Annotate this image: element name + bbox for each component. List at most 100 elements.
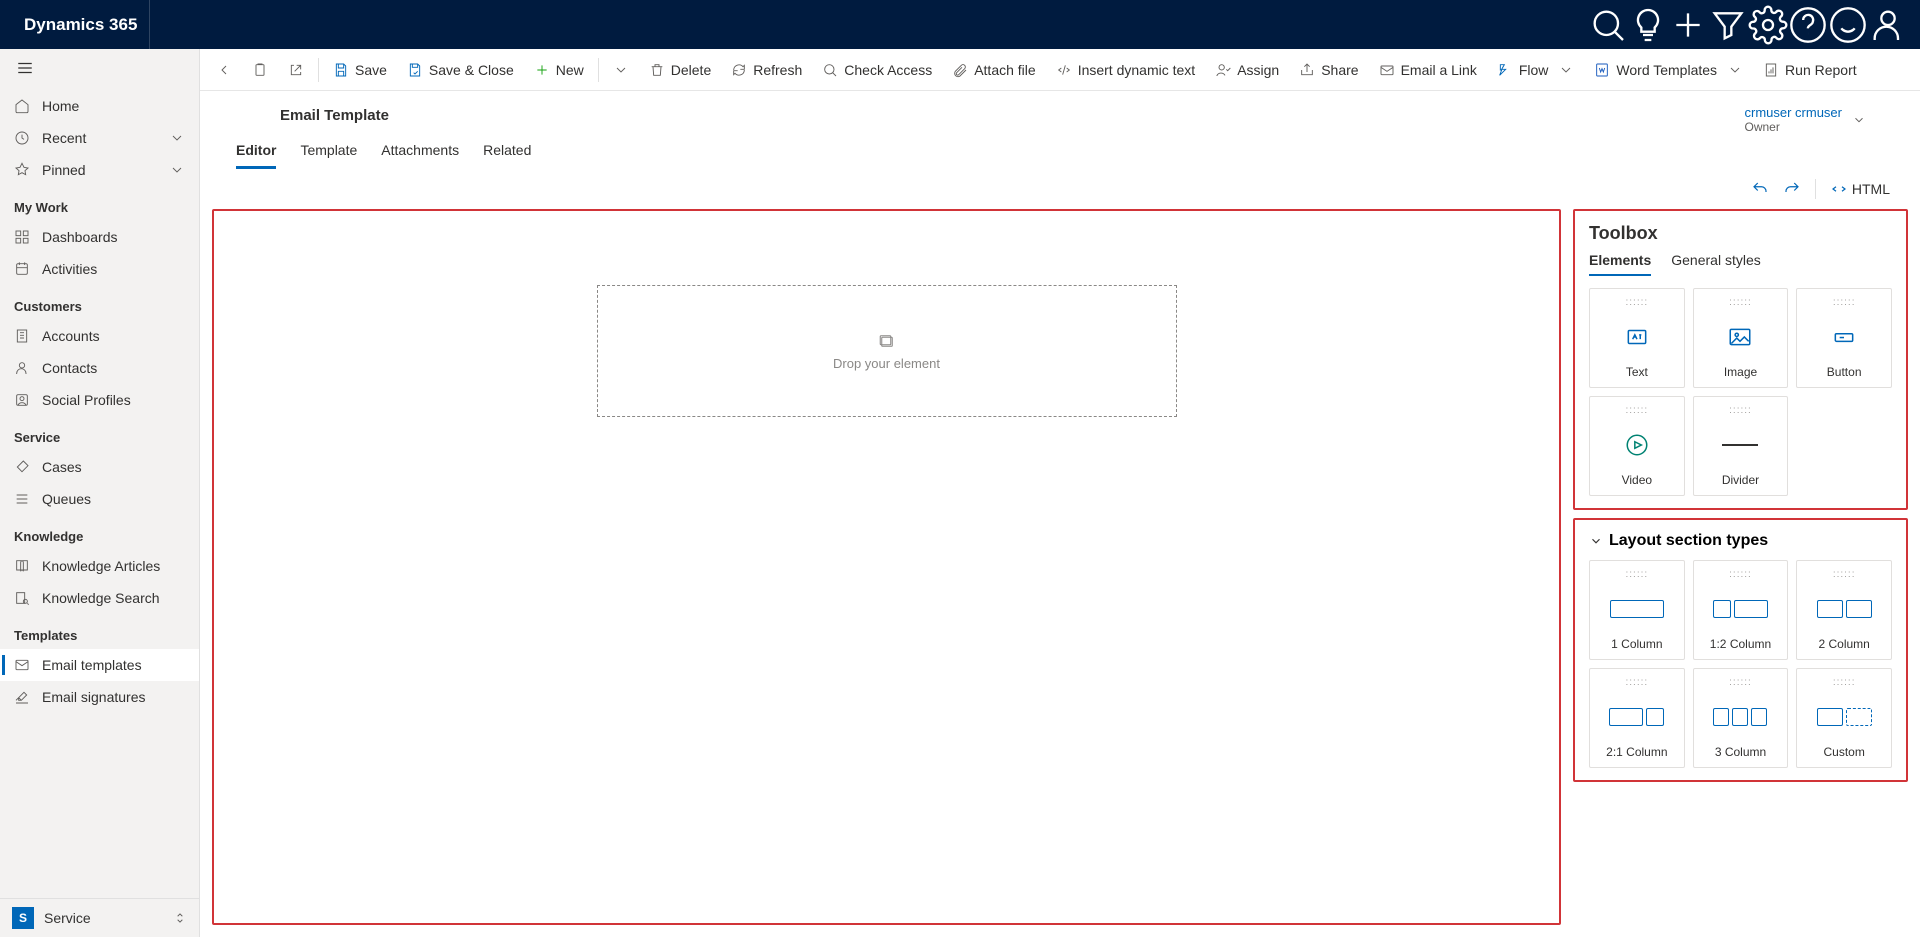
undo-button[interactable] [1751, 180, 1769, 198]
gear-icon[interactable] [1748, 0, 1788, 49]
back-button[interactable] [206, 49, 242, 90]
toolbox-title: Toolbox [1589, 223, 1892, 244]
tab-template[interactable]: Template [300, 142, 357, 169]
designer-canvas[interactable]: Drop your element [212, 209, 1561, 925]
chevron-down-icon [1589, 534, 1603, 548]
command-bar: Save Save & Close New Delete Refresh Che… [200, 49, 1920, 91]
nav-pinned[interactable]: Pinned [0, 154, 199, 186]
drop-text: Drop your element [833, 356, 940, 371]
tile-label: Image [1724, 365, 1757, 379]
layout-2-column[interactable]: ::::::2 Column [1796, 560, 1892, 660]
grip-icon: :::::: [1729, 297, 1752, 308]
section-service: Service [0, 416, 199, 451]
area-label: Service [44, 910, 91, 926]
nav-email-templates[interactable]: Email templates [0, 649, 199, 681]
delete-button[interactable]: Delete [639, 49, 721, 90]
nav-activities[interactable]: Activities [0, 253, 199, 285]
site-map-toggle[interactable] [0, 49, 199, 90]
nav-email-signatures[interactable]: Email signatures [0, 681, 199, 713]
nav-knowledge-search[interactable]: Knowledge Search [0, 582, 199, 614]
tab-attachments[interactable]: Attachments [381, 142, 459, 169]
nav-recent[interactable]: Recent [0, 122, 199, 154]
layout-custom[interactable]: ::::::Custom [1796, 668, 1892, 768]
layout-1-2-column[interactable]: ::::::1:2 Column [1693, 560, 1789, 660]
add-icon[interactable] [1668, 0, 1708, 49]
popout-icon[interactable] [278, 49, 314, 90]
tab-related[interactable]: Related [483, 142, 531, 169]
share-button[interactable]: Share [1289, 49, 1368, 90]
html-view-button[interactable]: HTML [1830, 180, 1890, 198]
assign-label: Assign [1237, 62, 1279, 78]
check-access-button[interactable]: Check Access [812, 49, 942, 90]
element-video[interactable]: ::::::Video [1589, 396, 1685, 496]
owner-field[interactable]: crmuser crmuser Owner [1744, 91, 1884, 134]
element-image[interactable]: ::::::Image [1693, 288, 1789, 388]
layouts-header[interactable]: Layout section types [1589, 532, 1892, 550]
save-close-button[interactable]: Save & Close [397, 49, 524, 90]
layout-2-1-column[interactable]: ::::::2:1 Column [1589, 668, 1685, 768]
new-label: New [556, 62, 584, 78]
smiley-icon[interactable] [1828, 0, 1868, 49]
tab-editor[interactable]: Editor [236, 142, 276, 169]
layouts-grid: ::::::1 Column ::::::1:2 Column ::::::2 … [1589, 560, 1892, 768]
nav-knowledge-articles[interactable]: Knowledge Articles [0, 550, 199, 582]
word-templates-button[interactable]: Word Templates [1584, 49, 1753, 90]
check-access-label: Check Access [844, 62, 932, 78]
area-switcher[interactable]: S Service [0, 898, 199, 937]
content-area: Save Save & Close New Delete Refresh Che… [200, 49, 1920, 937]
tile-label: Divider [1722, 473, 1759, 487]
element-text[interactable]: ::::::Text [1589, 288, 1685, 388]
form-area: Email Template Editor Template Attachmen… [200, 91, 1920, 937]
new-dropdown[interactable] [603, 49, 639, 90]
bulb-icon[interactable] [1628, 0, 1668, 49]
flow-button[interactable]: Flow [1487, 49, 1585, 90]
assign-button[interactable]: Assign [1205, 49, 1289, 90]
nav-queues[interactable]: Queues [0, 483, 199, 515]
nav-accounts[interactable]: Accounts [0, 320, 199, 352]
filter-icon[interactable] [1708, 0, 1748, 49]
nav-contacts[interactable]: Contacts [0, 352, 199, 384]
user-icon[interactable] [1868, 0, 1908, 49]
help-icon[interactable] [1788, 0, 1828, 49]
grip-icon: :::::: [1833, 569, 1856, 580]
search-icon[interactable] [1588, 0, 1628, 49]
separator [1815, 179, 1816, 199]
right-panel-stack: Toolbox Elements General styles ::::::Te… [1573, 209, 1908, 925]
run-report-button[interactable]: Run Report [1753, 49, 1867, 90]
grip-icon: :::::: [1625, 677, 1648, 688]
new-button[interactable]: New [524, 49, 594, 90]
layout-3-column[interactable]: ::::::3 Column [1693, 668, 1789, 768]
toolbox-tab-styles[interactable]: General styles [1671, 252, 1760, 276]
tile-label: 1 Column [1611, 637, 1662, 651]
owner-label: Owner [1744, 120, 1842, 134]
insert-dynamic-button[interactable]: Insert dynamic text [1046, 49, 1206, 90]
attach-file-button[interactable]: Attach file [942, 49, 1045, 90]
canvas-toolbar: HTML [1751, 179, 1890, 199]
nav-social-profiles[interactable]: Social Profiles [0, 384, 199, 416]
nav-cases[interactable]: Cases [0, 451, 199, 483]
clipboard-icon[interactable] [242, 49, 278, 90]
section-my-work: My Work [0, 186, 199, 221]
chevron-down-icon [169, 130, 185, 146]
save-button[interactable]: Save [323, 49, 397, 90]
section-knowledge: Knowledge [0, 515, 199, 550]
grip-icon: :::::: [1833, 677, 1856, 688]
nav-activities-label: Activities [42, 261, 97, 277]
nav-label: Email signatures [42, 689, 146, 705]
refresh-button[interactable]: Refresh [721, 49, 812, 90]
redo-button[interactable] [1783, 180, 1801, 198]
nav-label: Knowledge Articles [42, 558, 160, 574]
toolbox-tab-elements[interactable]: Elements [1589, 252, 1651, 276]
grip-icon: :::::: [1729, 677, 1752, 688]
layout-1-column[interactable]: ::::::1 Column [1589, 560, 1685, 660]
nav-home[interactable]: Home [0, 90, 199, 122]
layouts-panel: Layout section types ::::::1 Column ::::… [1573, 518, 1908, 782]
owner-name: crmuser crmuser [1744, 105, 1842, 120]
grip-icon: :::::: [1729, 569, 1752, 580]
element-divider[interactable]: ::::::Divider [1693, 396, 1789, 496]
drop-zone[interactable]: Drop your element [597, 285, 1177, 417]
toolbox-panel: Toolbox Elements General styles ::::::Te… [1573, 209, 1908, 510]
nav-dashboards[interactable]: Dashboards [0, 221, 199, 253]
element-button[interactable]: ::::::Button [1796, 288, 1892, 388]
email-link-button[interactable]: Email a Link [1369, 49, 1487, 90]
